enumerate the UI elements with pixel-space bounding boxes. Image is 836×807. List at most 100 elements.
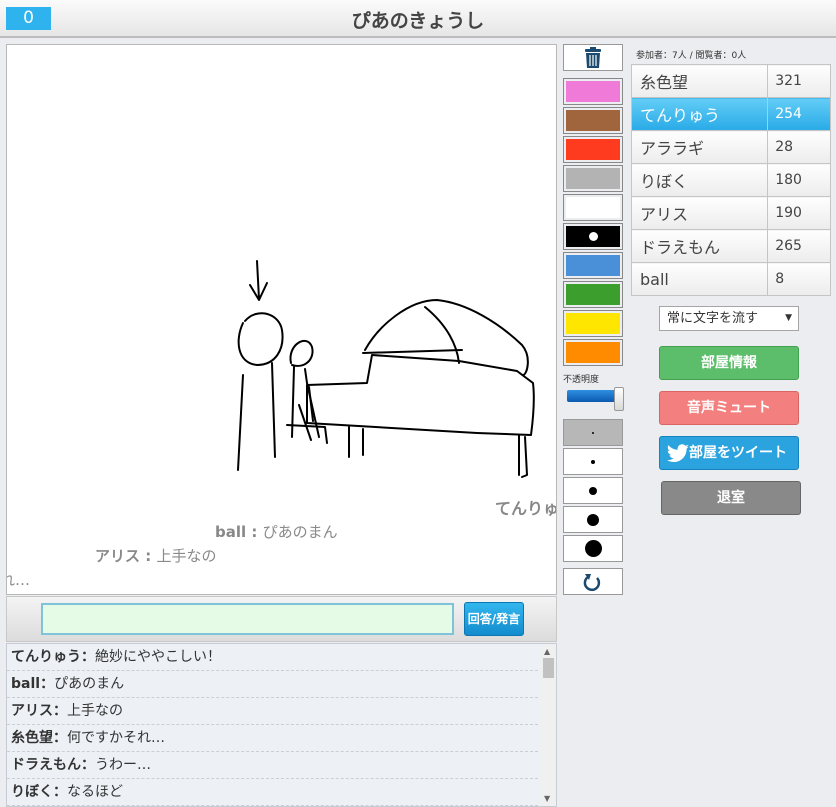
floating-message: れ…	[7, 569, 31, 590]
color-swatch[interactable]	[563, 107, 623, 134]
color-swatch[interactable]	[563, 194, 623, 221]
player-score: 180	[767, 163, 831, 197]
scroll-thumb[interactable]	[543, 658, 554, 678]
chat-line: りぼく：なるほど	[7, 779, 538, 806]
answer-button[interactable]: 回答/発言	[464, 602, 524, 636]
swatch-fill	[566, 313, 620, 334]
swatch-fill	[566, 197, 620, 218]
brush-size-dot	[587, 513, 599, 526]
floating-message: てんりゅ	[495, 495, 556, 519]
chat-text: ぴあのまん	[54, 676, 125, 692]
big-head-stroke	[237, 312, 284, 366]
floating-message-name: ball	[215, 523, 247, 541]
small-head-stroke	[289, 340, 314, 367]
chat-log[interactable]: てんりゅう：絶妙にややこしい！ ball：ぴあのまん アリス：上手なの 糸色望：…	[6, 643, 557, 807]
room-info-button[interactable]: 部屋情報	[659, 346, 799, 380]
player-score: 8	[767, 262, 831, 296]
swatch-fill	[566, 255, 620, 276]
brush-size-button[interactable]	[563, 535, 623, 562]
swatch-fill	[566, 168, 620, 189]
opacity-track[interactable]	[567, 390, 617, 402]
twitter-bird-icon	[666, 444, 689, 462]
floating-message-name: アリス	[95, 547, 141, 565]
player-name: 糸色望	[630, 64, 769, 98]
leave-room-button[interactable]: 退室	[661, 481, 801, 515]
player-row: ball 8	[630, 262, 831, 296]
player-name: てんりゅう	[630, 97, 769, 131]
player-score: 190	[767, 196, 831, 230]
dropdown-arrow-icon: ▼	[785, 313, 792, 323]
answer-input[interactable]	[41, 603, 454, 635]
scroll-up-icon[interactable]: ▲	[544, 647, 550, 656]
opacity-thumb[interactable]	[614, 387, 624, 411]
big-body-stroke	[237, 362, 276, 471]
mute-button[interactable]: 音声ミュート	[659, 391, 799, 425]
undo-button[interactable]	[563, 568, 623, 595]
chat-name: ドラえもん	[11, 757, 81, 773]
player-score: 254	[767, 97, 831, 131]
selected-color-dot	[588, 232, 598, 241]
swatch-fill	[566, 139, 620, 160]
header-bar: ぴあのきょうし 0	[0, 0, 836, 38]
clear-canvas-button[interactable]	[563, 44, 623, 71]
brush-size-dot	[584, 540, 602, 557]
player-name: ball	[630, 262, 769, 296]
swatch-fill	[566, 226, 620, 247]
opacity-slider[interactable]	[567, 387, 624, 411]
player-row: アララギ 28	[630, 130, 831, 164]
brush-size-button[interactable]	[563, 506, 623, 533]
arrow-stroke	[249, 260, 268, 301]
chat-line: 糸色望：何ですかそれ…	[7, 725, 538, 752]
chat-line: ドラえもん：うわー…	[7, 752, 538, 779]
color-swatch[interactable]	[563, 223, 623, 250]
drawing-strokes	[237, 260, 535, 478]
chat-name: りぼく	[11, 784, 53, 800]
player-row: ドラえもん 265	[630, 229, 831, 263]
player-score: 28	[767, 130, 831, 164]
player-row: てんりゅう 254	[630, 97, 831, 131]
input-bar: 回答/発言	[6, 596, 557, 642]
piano-lid-stroke	[362, 299, 529, 376]
floating-message-text: 上手なの	[156, 547, 217, 565]
color-swatch[interactable]	[563, 281, 623, 308]
color-swatch[interactable]	[563, 310, 623, 337]
chat-name: アリス	[11, 703, 53, 719]
chat-text: うわー…	[95, 757, 151, 773]
player-name: りぼく	[630, 163, 769, 197]
player-name: アララギ	[630, 130, 769, 164]
player-score: 321	[767, 64, 831, 98]
chat-scrollbar[interactable]: ▲ ▼	[541, 644, 556, 806]
scroll-down-icon[interactable]: ▼	[544, 794, 550, 803]
color-swatch[interactable]	[563, 78, 623, 105]
text-flow-select-value: 常に文字を流す	[667, 311, 759, 326]
drawing-canvas[interactable]: てんりゅ ball : ぴあのまん アリス : 上手なの れ…	[6, 44, 557, 595]
tweet-button[interactable]: 部屋をツイート	[659, 436, 799, 470]
color-swatch[interactable]	[563, 252, 623, 279]
player-row: アリス 190	[630, 196, 831, 230]
floating-message: アリス : 上手なの	[95, 547, 217, 565]
player-name: ドラえもん	[630, 229, 769, 263]
brush-size-dot	[591, 459, 595, 464]
color-swatch[interactable]	[563, 165, 623, 192]
brush-size-dot	[592, 431, 594, 434]
chat-text: 上手なの	[67, 703, 123, 719]
floating-message-text: れ…	[7, 571, 31, 589]
brush-size-button[interactable]	[563, 419, 623, 446]
chat-text: 何ですかそれ…	[67, 730, 165, 746]
chat-text: なるほど	[67, 784, 123, 800]
floating-message: ball : ぴあのまん	[215, 523, 338, 541]
player-score: 265	[767, 229, 831, 263]
text-flow-select[interactable]: 常に文字を流す ▼	[659, 306, 799, 331]
player-name: アリス	[630, 196, 769, 230]
color-swatch[interactable]	[563, 136, 623, 163]
page-title: ぴあのきょうし	[351, 10, 485, 32]
brush-size-dot	[589, 486, 597, 495]
brush-size-button[interactable]	[563, 477, 623, 504]
undo-icon	[583, 574, 601, 592]
piano-body-stroke	[306, 354, 535, 436]
brush-size-button[interactable]	[563, 448, 623, 475]
color-swatch[interactable]	[563, 339, 623, 366]
chat-line: ball：ぴあのまん	[7, 671, 538, 698]
chat-name: てんりゅう	[11, 649, 81, 665]
chat-line: アリス：上手なの	[7, 698, 538, 725]
